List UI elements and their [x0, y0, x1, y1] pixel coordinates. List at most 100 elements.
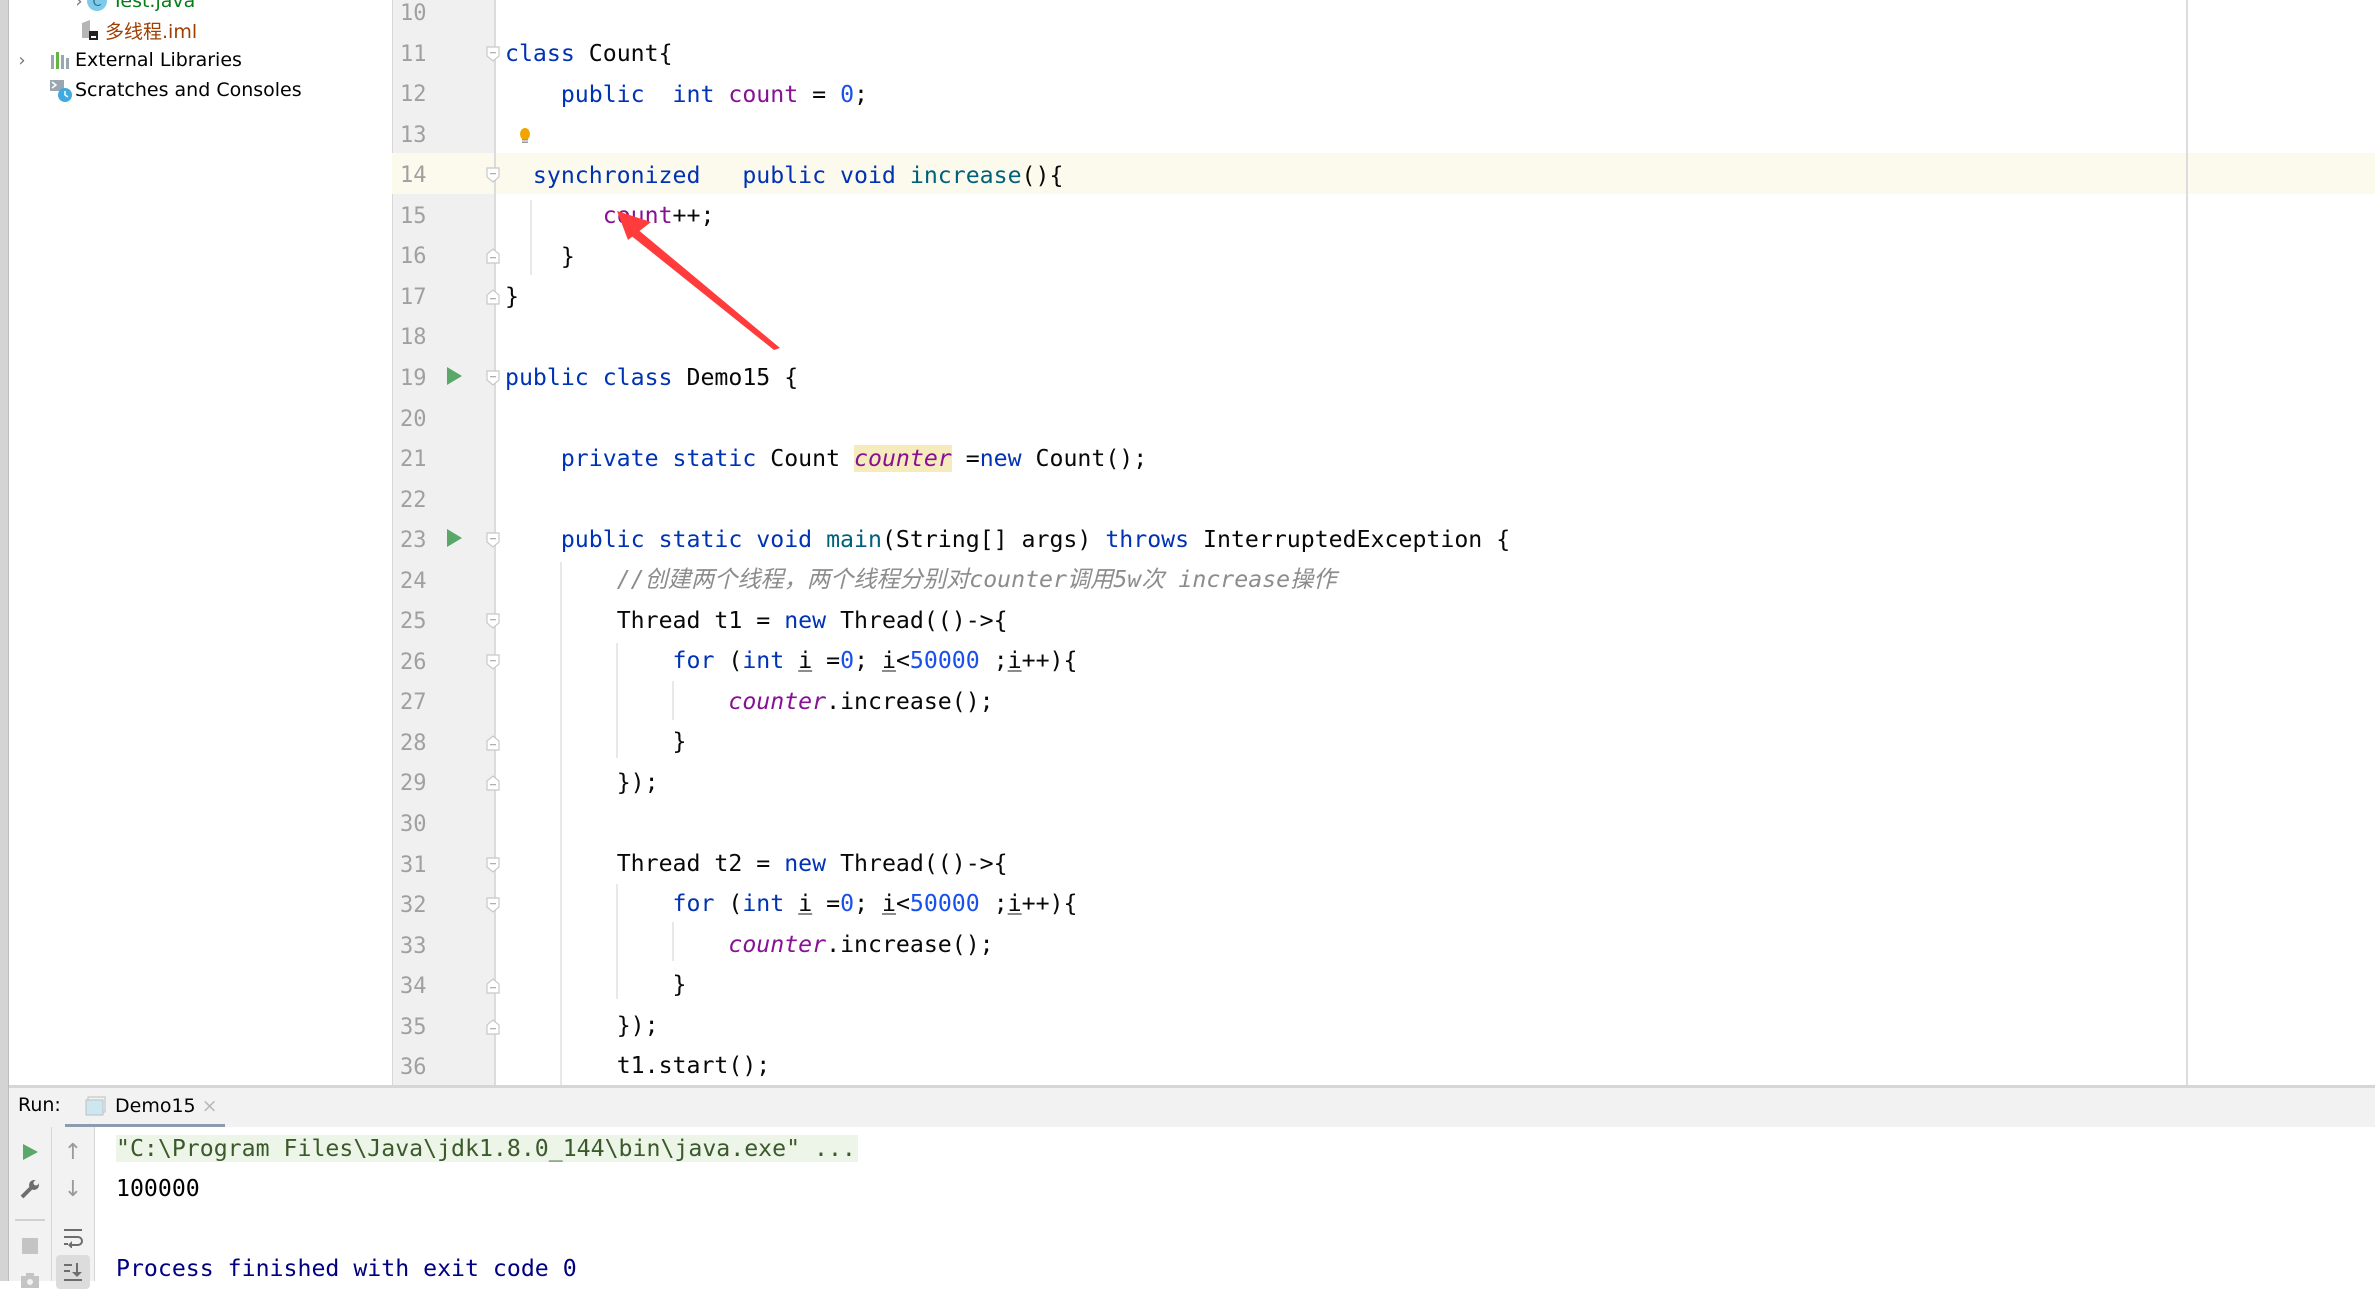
line-number: 20 — [400, 406, 427, 432]
right-margin-guide — [2186, 0, 2188, 1085]
run-label: Run: — [18, 1094, 61, 1116]
line-number: 25 — [400, 609, 427, 635]
scroll-up-button[interactable]: ↑ — [58, 1137, 88, 1167]
code-line-16: } — [560, 243, 575, 270]
console-exit-line: Process finished with exit code 0 — [116, 1255, 577, 1282]
tree-item-label: 多线程.iml — [105, 20, 198, 43]
console-output-line: 100000 — [116, 1175, 200, 1202]
libraries-icon — [49, 49, 71, 71]
code-line-25: Thread t1 = new Thread(()->{ — [616, 607, 1008, 634]
code-line-14: synchronized public void increase(){ — [532, 162, 1064, 189]
camera-icon — [21, 1273, 39, 1288]
console-icon — [85, 1096, 107, 1116]
code-line-15: count++; — [602, 202, 715, 229]
fold-collapse-icon[interactable] — [486, 654, 500, 670]
code-line-26: for (int i =0; i<50000 ;i++){ — [672, 647, 1078, 674]
code-line-19: public class Demo15 { — [505, 364, 799, 391]
line-number: 13 — [400, 122, 427, 148]
run-tab-label: Demo15 — [115, 1095, 196, 1117]
soft-wrap-icon — [64, 1229, 83, 1248]
line-number: 21 — [400, 447, 427, 473]
fold-collapse-icon[interactable] — [486, 897, 500, 913]
line-number: 34 — [400, 974, 427, 1000]
fold-collapse-icon[interactable] — [486, 856, 500, 873]
code-line-23: public static void main(String[] args) t… — [560, 526, 1511, 553]
line-number: 35 — [400, 1014, 427, 1040]
tree-item-test-java[interactable]: › C Test.java — [72, 0, 195, 16]
screenshot-button[interactable] — [15, 1265, 45, 1295]
stop-icon — [22, 1238, 38, 1254]
run-panel-header — [9, 1088, 2375, 1127]
wrench-icon — [20, 1180, 39, 1199]
code-line-36: t1.start(); — [616, 1052, 771, 1079]
line-number: 23 — [400, 528, 427, 554]
tree-item-scratches[interactable]: Scratches and Consoles — [49, 75, 302, 105]
iml-file-icon — [79, 19, 101, 41]
code-line-35: }); — [616, 1012, 659, 1039]
chevron-right-icon[interactable]: › — [72, 0, 86, 12]
line-number: 28 — [400, 730, 427, 756]
fold-end-icon[interactable] — [486, 775, 500, 792]
fold-end-icon[interactable] — [486, 248, 500, 264]
line-number: 30 — [400, 812, 427, 837]
tree-item-iml[interactable]: 多线程.iml — [79, 15, 197, 45]
project-panel: › C Test.java 多线程.iml › External Librari… — [9, 0, 392, 1085]
fold-end-icon[interactable] — [486, 735, 500, 751]
tree-item-external-libraries[interactable]: › External Libraries — [15, 45, 242, 75]
code-line-27: counter.increase(); — [728, 688, 994, 715]
fold-end-icon[interactable] — [486, 289, 500, 305]
close-tab-icon[interactable]: × — [202, 1095, 218, 1117]
line-number: 15 — [400, 203, 427, 229]
line-number: 11 — [400, 41, 427, 67]
line-number: 18 — [400, 325, 427, 351]
line-number: 24 — [400, 568, 427, 594]
arrow-down-icon: ↓ — [63, 1176, 83, 1202]
run-tab-demo15[interactable]: Demo15 × — [65, 1088, 225, 1124]
code-line-24-comment: //创建两个线程，两个线程分别对counter调用5w次 increase操作 — [616, 566, 1337, 593]
arrow-up-icon: ↑ — [63, 1139, 83, 1165]
line-number: 17 — [400, 284, 427, 310]
line-number: 10 — [400, 1, 427, 26]
line-number: 19 — [400, 365, 427, 391]
code-line-28: } — [672, 728, 687, 755]
run-toolbar-primary — [9, 1127, 52, 1288]
code-line-34: } — [672, 971, 687, 998]
code-line-11: class Count{ — [505, 40, 673, 67]
settings-button[interactable] — [15, 1174, 45, 1204]
scroll-down-button[interactable]: ↓ — [58, 1174, 88, 1204]
soft-wrap-button[interactable] — [58, 1222, 88, 1252]
stop-button[interactable] — [15, 1231, 45, 1261]
fold-end-icon[interactable] — [486, 978, 500, 994]
line-number: 36 — [400, 1055, 427, 1081]
lightbulb-icon[interactable] — [518, 128, 532, 144]
rerun-button[interactable] — [15, 1137, 45, 1167]
fold-collapse-icon[interactable] — [486, 45, 500, 62]
line-number: 16 — [400, 244, 427, 270]
fold-collapse-icon[interactable] — [486, 613, 500, 630]
line-number: 14 — [400, 163, 427, 189]
line-number: 12 — [400, 82, 427, 108]
line-number: 29 — [400, 771, 427, 797]
fold-collapse-icon[interactable] — [486, 167, 500, 183]
fold-end-icon[interactable] — [486, 1018, 500, 1035]
scratches-icon — [49, 79, 72, 102]
line-number: 22 — [400, 487, 427, 513]
fold-collapse-icon[interactable] — [486, 370, 500, 386]
code-line-33: counter.increase(); — [728, 931, 994, 958]
code-line-17: } — [505, 283, 519, 310]
scroll-to-end-icon — [64, 1263, 82, 1281]
line-number: 27 — [400, 690, 427, 716]
tree-item-label: Scratches and Consoles — [75, 79, 302, 101]
scroll-to-end-button[interactable] — [56, 1255, 90, 1289]
run-class-icon[interactable] — [447, 367, 462, 385]
console-command-line: "C:\Program Files\Java\jdk1.8.0_144\bin\… — [116, 1135, 858, 1162]
chevron-right-icon[interactable]: › — [15, 50, 29, 71]
line-number: 31 — [400, 852, 427, 878]
code-line-12: public int count = 0; — [560, 81, 869, 108]
tree-item-label: External Libraries — [75, 49, 242, 71]
code-line-31: Thread t2 = new Thread(()->{ — [616, 850, 1008, 877]
fold-collapse-icon[interactable] — [486, 532, 500, 548]
run-main-icon[interactable] — [447, 529, 462, 547]
left-tool-strip — [0, 0, 9, 1281]
line-number: 32 — [400, 893, 427, 919]
